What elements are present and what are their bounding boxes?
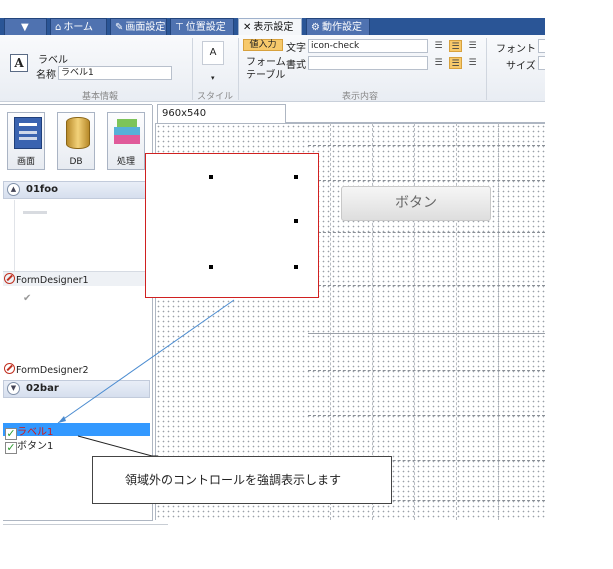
pointer-arrowhead (58, 416, 66, 423)
callout-tail (77, 435, 158, 457)
callout-box: 領域外のコントロールを強調表示します (92, 456, 392, 504)
pointer-line (57, 299, 235, 424)
